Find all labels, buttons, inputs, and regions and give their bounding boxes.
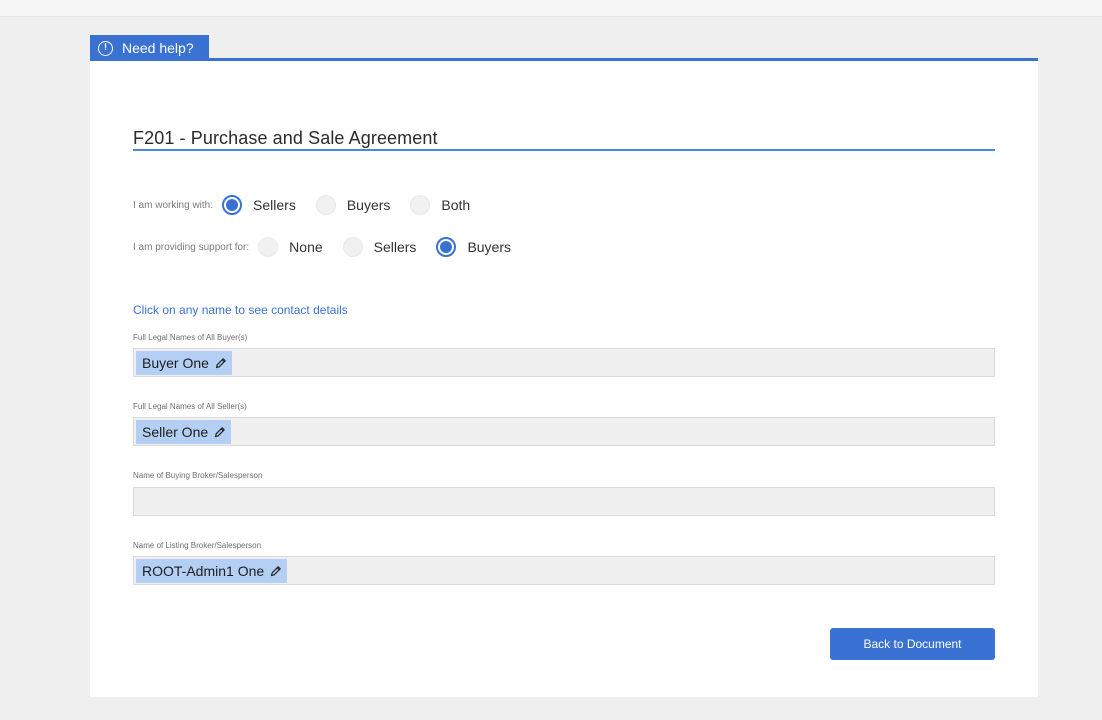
radio-unchecked-icon[interactable] <box>410 195 431 215</box>
browser-top-bar <box>0 0 1102 17</box>
support-buyers-radio[interactable]: Buyers <box>436 237 511 257</box>
radio-label: Buyers <box>467 239 512 255</box>
working-with-row: I am working with: Sellers Buyers Both <box>133 194 490 216</box>
radio-checked-icon[interactable] <box>436 237 457 257</box>
contact-details-hint[interactable]: Click on any name to see contact details <box>133 303 348 317</box>
pencil-icon[interactable] <box>214 426 226 438</box>
support-none-radio[interactable]: None <box>258 237 323 257</box>
support-sellers-radio[interactable]: Sellers <box>342 237 417 257</box>
radio-label: Sellers <box>253 197 296 213</box>
back-to-document-button[interactable]: Back to Document <box>830 628 995 660</box>
support-for-row: I am providing support for: None Sellers… <box>133 236 531 258</box>
radio-label: Both <box>441 197 471 213</box>
form-title: F201 - Purchase and Sale Agreement <box>133 128 438 148</box>
need-help-label: Need help? <box>122 40 194 56</box>
form-card: F201 - Purchase and Sale Agreement I am … <box>90 61 1038 697</box>
working-with-both-radio[interactable]: Both <box>410 195 470 215</box>
radio-label: None <box>289 239 323 255</box>
sellers-field[interactable]: Seller One <box>133 417 995 446</box>
buying-broker-field-label: Name of Buying Broker/Salesperson <box>133 471 263 480</box>
working-with-sellers-radio[interactable]: Sellers <box>222 195 296 215</box>
need-help-tab[interactable]: ! Need help? <box>90 35 209 61</box>
support-for-label: I am providing support for: <box>133 241 250 253</box>
radio-unchecked-icon[interactable] <box>315 195 336 215</box>
buyers-field-label: Full Legal Names of All Buyer(s) <box>133 333 248 342</box>
title-underline <box>133 149 995 151</box>
buyer-name-chip[interactable]: Buyer One <box>136 351 232 375</box>
listing-broker-chip[interactable]: ROOT-Admin1 One <box>136 559 288 583</box>
listing-broker-field-label: Name of Listing Broker/Salesperson <box>133 541 262 550</box>
chip-label: Seller One <box>142 424 209 440</box>
radio-label: Buyers <box>346 197 391 213</box>
pencil-icon[interactable] <box>215 357 227 369</box>
working-with-label: I am working with: <box>133 199 214 211</box>
chip-label: Buyer One <box>142 355 209 371</box>
info-icon: ! <box>98 40 113 56</box>
seller-name-chip[interactable]: Seller One <box>136 420 232 444</box>
buyers-field[interactable]: Buyer One <box>133 348 995 377</box>
radio-unchecked-icon[interactable] <box>342 237 363 257</box>
chip-label: ROOT-Admin1 One <box>142 563 265 579</box>
radio-checked-icon[interactable] <box>222 195 243 215</box>
sellers-field-label: Full Legal Names of All Seller(s) <box>133 402 247 411</box>
pencil-icon[interactable] <box>270 565 282 577</box>
radio-unchecked-icon[interactable] <box>258 237 279 257</box>
working-with-buyers-radio[interactable]: Buyers <box>315 195 391 215</box>
radio-label: Sellers <box>373 239 417 255</box>
buying-broker-field[interactable] <box>133 487 995 516</box>
listing-broker-field[interactable]: ROOT-Admin1 One <box>133 556 995 585</box>
